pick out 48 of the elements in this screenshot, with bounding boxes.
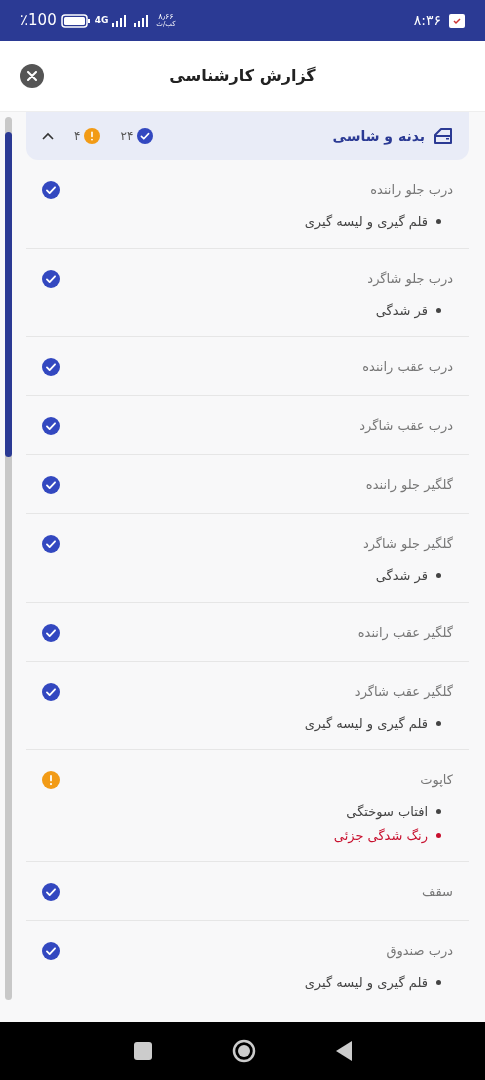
part-name: درب صندوق xyxy=(386,942,453,961)
check-circle-icon xyxy=(42,942,60,960)
check-circle-icon xyxy=(42,417,60,435)
warning-circle-icon xyxy=(84,128,101,144)
check-circle-icon xyxy=(42,623,60,642)
damage-note: قر شدگی xyxy=(375,567,428,586)
square-icon[interactable] xyxy=(133,1042,152,1060)
part-name: درب جلو راننده xyxy=(370,181,453,200)
network-type: 4G xyxy=(94,13,109,27)
damage-note: قلم گیری و لیسه گیری xyxy=(304,213,428,232)
net-speed: ۸٫۶۶ xyxy=(158,13,174,21)
damage-note: قر شدگی xyxy=(375,301,428,320)
warning-circle-icon xyxy=(42,771,60,789)
calendar-icon xyxy=(449,13,465,28)
part-name: گلگیر عقب شاگرد xyxy=(354,682,453,702)
battery-icon xyxy=(60,13,91,28)
part-name: درب عقب شاگرد xyxy=(359,417,453,436)
circle-icon[interactable] xyxy=(231,1039,256,1063)
check-circle-icon xyxy=(42,883,60,901)
page-title: گزارش کارشناسی xyxy=(169,65,316,87)
check-circle-icon xyxy=(42,535,60,553)
damage-note: قلم گیری و لیسه گیری xyxy=(304,714,428,733)
battery-percent: ٪100 xyxy=(20,10,57,32)
damage-note: افتاب سوختگی xyxy=(346,803,428,822)
check-circle-icon xyxy=(42,358,60,376)
close-button[interactable] xyxy=(20,64,44,88)
section-title: بدنه و شاسی xyxy=(332,126,425,147)
close-icon xyxy=(27,71,37,81)
back-icon[interactable] xyxy=(335,1041,352,1061)
clock-time: ۸:۳۶ xyxy=(413,11,441,30)
check-circle-icon xyxy=(42,682,60,701)
part-name: گلگیر عقب راننده xyxy=(357,623,453,643)
section-header[interactable]: بدنه و شاسی ۲۴ ۴ xyxy=(26,112,469,160)
part-name: درب جلو شاگرد xyxy=(367,269,453,289)
part-name: گلگیر جلو راننده xyxy=(365,476,453,495)
part-name: درب عقب راننده xyxy=(362,358,453,377)
damage-note: رنگ شدگی جزئی xyxy=(333,826,428,845)
check-circle-icon xyxy=(42,269,60,288)
part-name: گلگیر جلو شاگرد xyxy=(362,535,453,554)
car-door-icon xyxy=(433,127,453,145)
part-name: سقف xyxy=(422,883,453,902)
check-circle-icon xyxy=(137,128,154,144)
ok-count: ۲۴ xyxy=(120,128,134,145)
check-circle-icon xyxy=(42,476,60,494)
check-circle-icon xyxy=(42,181,60,199)
damage-note: قلم گیری و لیسه گیری xyxy=(304,974,428,993)
part-name: کاپوت xyxy=(420,771,453,790)
warning-count: ۴ xyxy=(74,128,81,145)
